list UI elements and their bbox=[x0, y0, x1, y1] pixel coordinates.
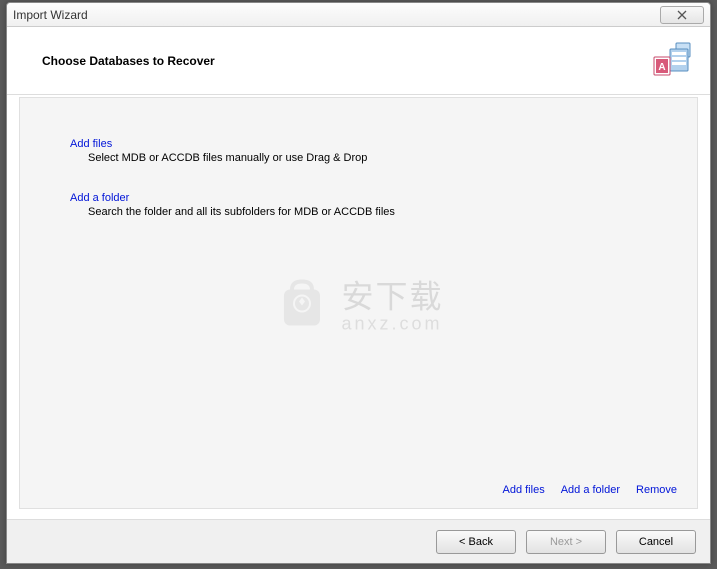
add-files-description: Select MDB or ACCDB files manually or us… bbox=[88, 152, 647, 164]
add-files-link[interactable]: Add files bbox=[70, 138, 647, 150]
window-title: Import Wizard bbox=[13, 8, 660, 22]
add-folder-bottom-link[interactable]: Add a folder bbox=[561, 484, 620, 496]
import-wizard-window: Import Wizard Choose Databases to Recove… bbox=[6, 2, 711, 564]
database-recovery-icon: A bbox=[650, 39, 694, 86]
close-button[interactable] bbox=[660, 6, 704, 24]
add-folder-description: Search the folder and all its subfolders… bbox=[88, 206, 647, 218]
remove-link[interactable]: Remove bbox=[636, 484, 677, 496]
add-files-bottom-link[interactable]: Add files bbox=[503, 484, 545, 496]
watermark: 安下载 anxz.com bbox=[273, 272, 443, 335]
add-folder-option: Add a folder Search the folder and all i… bbox=[70, 192, 647, 218]
add-folder-link[interactable]: Add a folder bbox=[70, 192, 647, 204]
close-icon bbox=[677, 10, 687, 20]
watermark-url: anxz.com bbox=[341, 314, 443, 335]
cancel-button[interactable]: Cancel bbox=[616, 530, 696, 554]
back-button[interactable]: < Back bbox=[436, 530, 516, 554]
content-area: Add files Select MDB or ACCDB files manu… bbox=[19, 97, 698, 509]
add-files-option: Add files Select MDB or ACCDB files manu… bbox=[70, 138, 647, 164]
watermark-text: 安下载 bbox=[341, 272, 443, 318]
page-title: Choose Databases to Recover bbox=[42, 54, 215, 68]
wizard-header: Choose Databases to Recover A bbox=[7, 27, 710, 95]
wizard-footer: < Back Next > Cancel bbox=[7, 519, 710, 563]
next-button: Next > bbox=[526, 530, 606, 554]
lock-bag-icon bbox=[273, 275, 329, 331]
bottom-action-links: Add files Add a folder Remove bbox=[503, 484, 678, 496]
svg-text:A: A bbox=[658, 62, 665, 73]
titlebar: Import Wizard bbox=[7, 3, 710, 27]
